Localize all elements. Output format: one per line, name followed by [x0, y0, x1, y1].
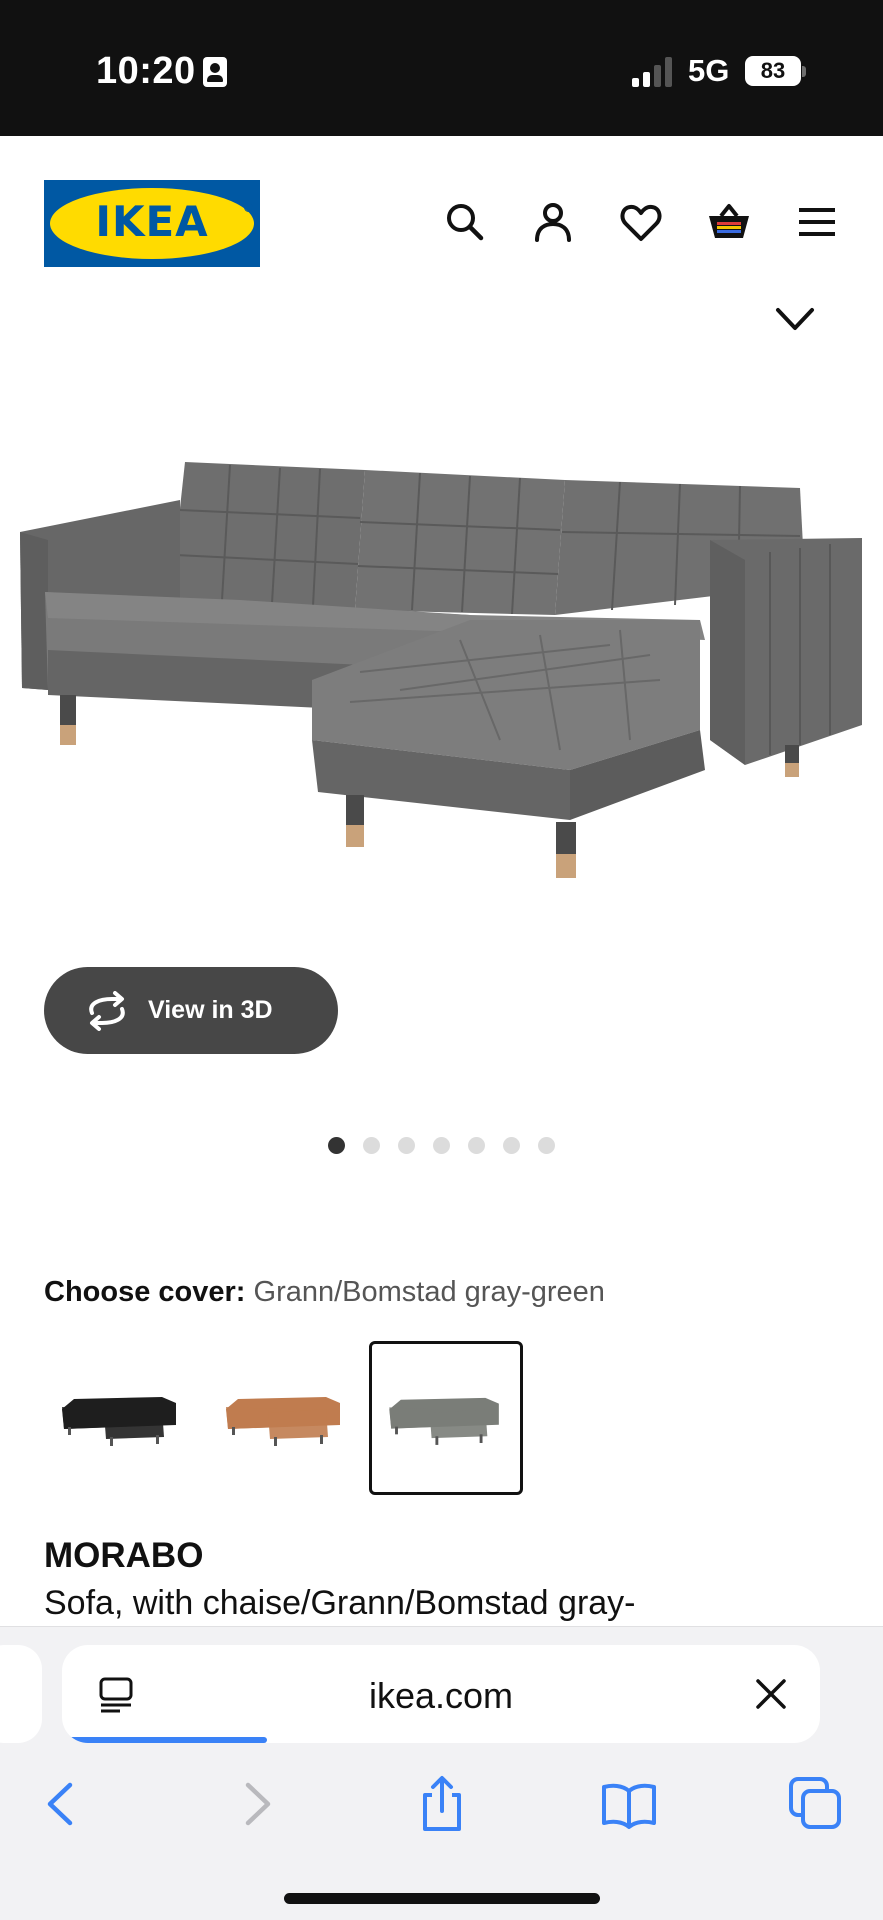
previous-tab-preview[interactable] [0, 1645, 42, 1743]
gallery-dot[interactable] [538, 1137, 555, 1154]
browser-toolbar [0, 1775, 883, 1845]
sofa-thumbnail [62, 1397, 176, 1446]
share-icon[interactable] [413, 1775, 471, 1833]
cover-value: Grann/Bomstad gray-green [253, 1276, 605, 1308]
view-in-3d-button[interactable]: View in 3D [44, 967, 338, 1054]
basket-icon[interactable] [705, 198, 753, 246]
browser-chrome: ikea.com [0, 1626, 883, 1920]
cover-swatch[interactable] [208, 1341, 362, 1495]
sofa-thumbnail [226, 1397, 340, 1446]
menu-icon[interactable] [793, 198, 841, 246]
url-text[interactable]: ikea.com [62, 1675, 820, 1717]
home-indicator[interactable] [284, 1893, 600, 1904]
gallery-dot[interactable] [433, 1137, 450, 1154]
view-in-3d-label: View in 3D [148, 996, 273, 1024]
rotate-3d-icon [89, 991, 125, 1031]
gallery-pagination [0, 1137, 883, 1157]
forward-icon[interactable] [226, 1775, 284, 1833]
gallery-dot[interactable] [468, 1137, 485, 1154]
gallery-dot[interactable] [363, 1137, 380, 1154]
chevron-down-icon[interactable] [772, 300, 818, 336]
address-bar[interactable]: ikea.com [62, 1645, 820, 1743]
sofa-thumbnail [389, 1397, 499, 1445]
registered-mark [244, 203, 253, 212]
status-bar: 10:20 5G 83 [0, 0, 883, 136]
back-icon[interactable] [34, 1775, 92, 1833]
cover-swatch[interactable] [44, 1341, 198, 1495]
ikea-logo[interactable]: IKEA [44, 180, 260, 267]
cover-selector-heading: Choose cover: Grann/Bomstad gray-green [44, 1276, 844, 1316]
cover-swatch[interactable] [369, 1341, 523, 1495]
account-icon[interactable] [529, 198, 577, 246]
close-icon[interactable] [752, 1675, 790, 1713]
status-time: 10:20 [96, 50, 196, 92]
gallery-dot[interactable] [398, 1137, 415, 1154]
signal-icon [632, 57, 676, 87]
page-load-progress [62, 1737, 267, 1743]
logo-text: IKEA [95, 197, 209, 246]
product-gallery[interactable]: View in 3D [0, 340, 883, 1154]
bookmarks-icon[interactable] [600, 1775, 658, 1833]
product-name: MORABO [44, 1536, 204, 1575]
gallery-dot[interactable] [328, 1137, 345, 1154]
search-icon[interactable] [441, 198, 489, 246]
cover-swatches [44, 1341, 744, 1497]
cover-label: Choose cover: [44, 1276, 246, 1308]
battery-tip [802, 66, 806, 77]
product-image[interactable] [0, 440, 883, 960]
site-header: IKEA [0, 136, 883, 306]
gallery-dot[interactable] [503, 1137, 520, 1154]
battery-icon: 83 [745, 56, 801, 86]
id-card-icon [203, 57, 227, 87]
product-description: Sofa, with chaise/Grann/Bomstad gray- [44, 1584, 636, 1622]
tabs-icon[interactable] [787, 1775, 845, 1833]
network-type: 5G [688, 53, 730, 88]
heart-icon[interactable] [617, 198, 665, 246]
